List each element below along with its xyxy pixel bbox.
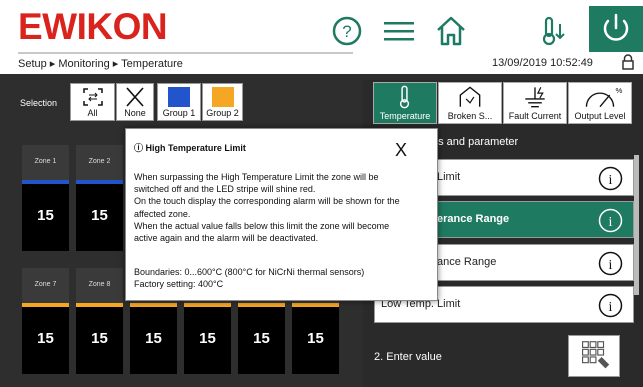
selection-label: Selection [20,98,58,108]
select-none-button[interactable]: None [116,83,154,121]
menu-icon[interactable] [382,14,416,48]
tab-temperature[interactable]: Temperature [373,82,437,124]
breadcrumb[interactable]: Setup ▸ Monitoring ▸ Temperature [18,57,183,70]
zone-led-stripe [76,180,123,184]
tab-fault-current[interactable]: Fault Current [503,82,567,124]
dialog-close-button[interactable]: X [395,140,407,161]
help-icon[interactable]: ? [330,14,364,48]
info-icon[interactable]: i [598,293,623,318]
group-2-swatch [211,87,234,107]
zone-led-stripe [238,303,285,307]
parameter-section-title: es and parameter [432,136,519,148]
app-header: EWIKON Setup ▸ Monitoring ▸ Temperature … [0,0,643,74]
keypad-button[interactable] [568,335,620,377]
lock-icon[interactable] [621,54,635,70]
zone-led-stripe [292,303,339,307]
svg-text:i: i [609,258,613,273]
dialog-body: When surpassing the High Temperature Lim… [134,172,400,244]
ewikon-logo: EWIKON [18,6,168,47]
dialog-title: ⓘ High Temperature Limit [134,143,246,153]
param-scrollbar[interactable] [634,155,639,295]
info-icon[interactable]: i [598,208,623,233]
tab-broken-sensor[interactable]: Broken S... [438,82,502,124]
zone-tile[interactable]: Zone 8 15 [76,268,123,374]
info-icon[interactable]: i [598,166,623,191]
info-icon[interactable]: i [598,251,623,276]
svg-text:i: i [609,215,613,230]
zone-tile[interactable]: Zone 1 15 [22,145,69,251]
zone-tile[interactable]: Zone 7 15 [22,268,69,374]
ground-lightning-icon [525,87,545,108]
keypad-icon [581,341,610,369]
zone-led-stripe [22,180,69,184]
group-1-swatch [168,87,190,107]
svg-text:%: % [616,86,623,95]
select-all-icon [82,88,103,106]
close-icon [126,87,144,107]
enter-value-label: 2. Enter value [374,351,442,363]
zone-led-stripe [76,303,123,307]
zone-led-stripe [130,303,177,307]
zone-led-stripe [184,303,231,307]
select-all-button[interactable]: All [70,83,115,121]
svg-text:i: i [609,173,613,188]
zone-tile[interactable]: Zone 2 15 [76,145,123,251]
group-1-button[interactable]: Group 1 [157,83,201,121]
zone-led-stripe [22,303,69,307]
tab-output-level[interactable]: % Output Level [568,82,632,124]
group-2-button[interactable]: Group 2 [202,83,243,121]
datetime: 13/09/2019 10:52:49 [492,57,593,69]
info-dialog: ⓘ High Temperature Limit X When surpassi… [125,128,438,301]
thermometer-icon [399,85,410,109]
broken-sensor-icon [459,86,481,107]
svg-text:i: i [609,300,613,315]
dialog-footer: Boundaries: 0...600°C (800°C for NiCrNi … [134,267,365,290]
power-icon [603,13,629,41]
gauge-icon: % [585,86,623,108]
svg-text:?: ? [342,22,351,41]
temperature-sort-icon[interactable] [535,14,569,48]
header-divider [18,52,353,54]
home-icon[interactable] [434,14,468,48]
power-button[interactable] [589,6,643,52]
